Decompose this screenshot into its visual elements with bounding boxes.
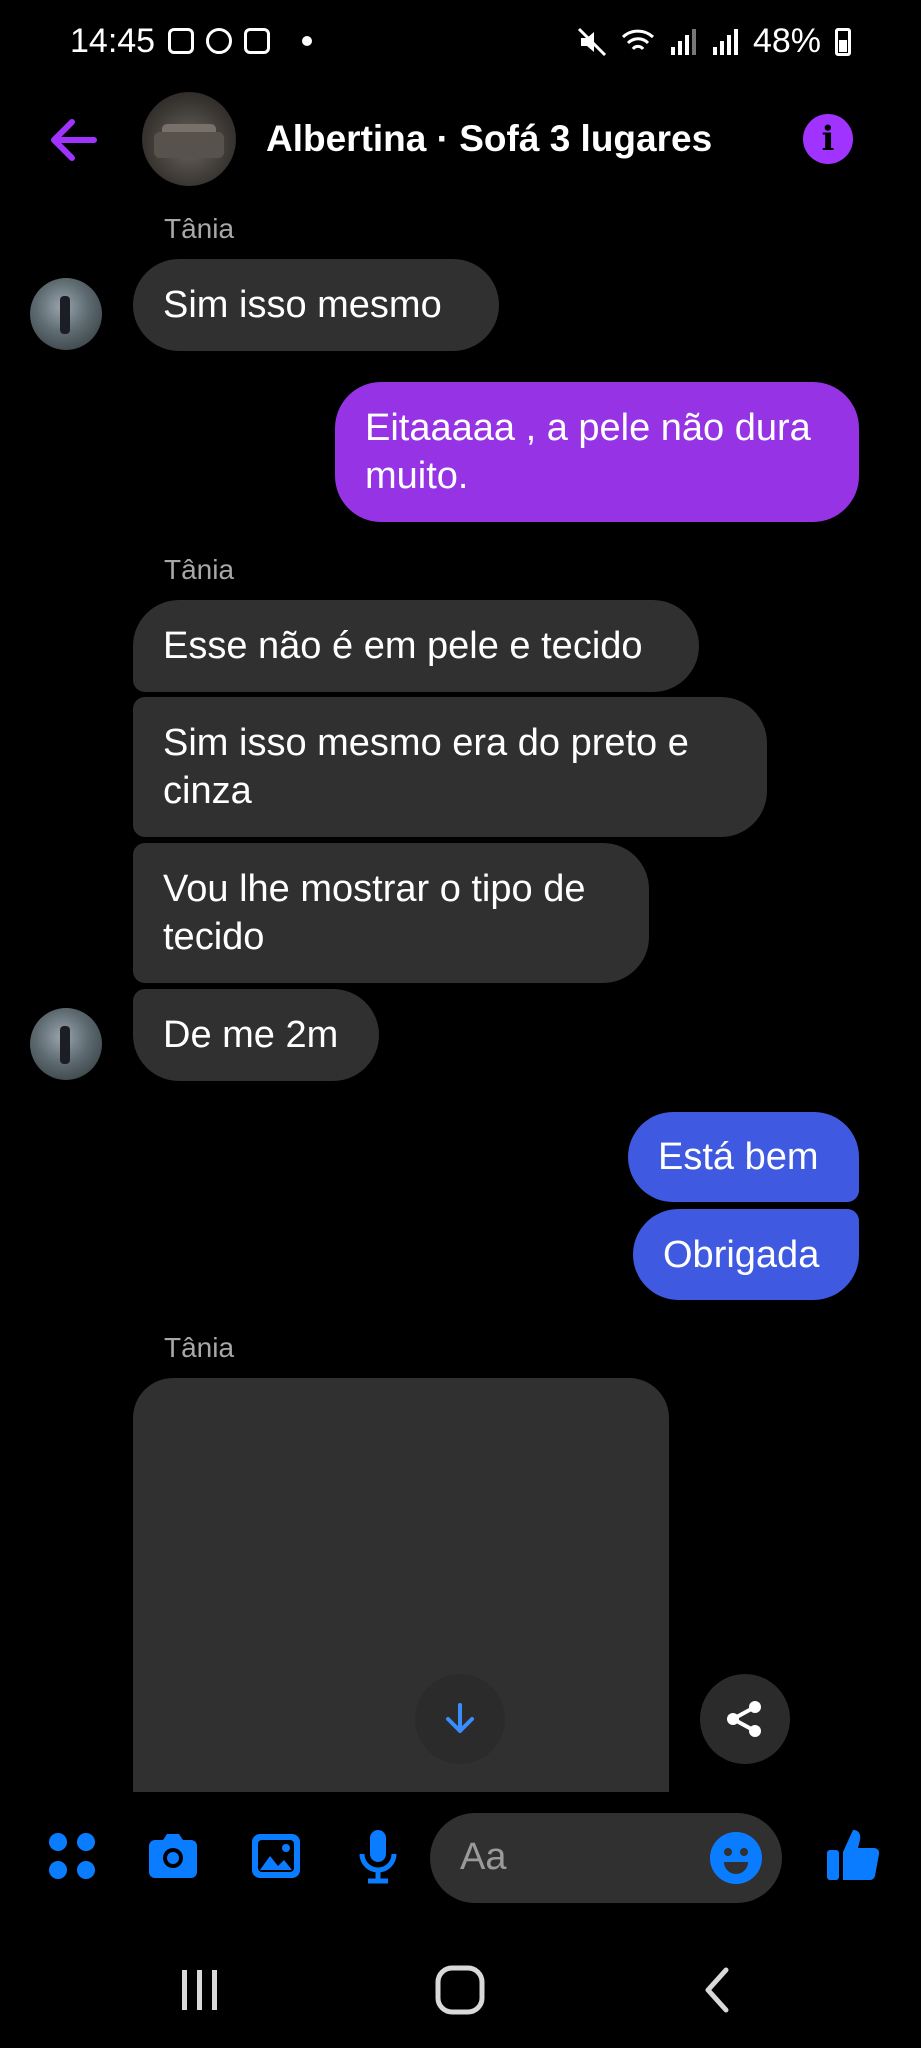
system-status: 48% [577,22,851,61]
media-attachment[interactable] [133,1378,669,1792]
message-bubble-incoming[interactable]: Vou lhe mostrar o tipo de tecido [133,843,649,983]
app-notification-icon [244,28,270,54]
back-arrow-icon[interactable] [44,112,104,168]
emoji-icon[interactable] [710,1832,762,1884]
signal-icon [670,28,696,55]
sender-name: Tânia [164,554,235,585]
apps-icon[interactable] [44,1828,100,1884]
sofa-image-base [154,132,224,158]
notification-icons [168,28,312,54]
message-bubble-incoming[interactable]: Esse não é em pele e tecido [133,600,699,692]
like-icon[interactable] [825,1826,881,1882]
chat-title[interactable]: Albertina · Sofá 3 lugares [266,118,712,160]
message-bubble-incoming[interactable]: Sim isso mesmo [133,259,499,351]
camera-icon[interactable] [145,1828,201,1884]
download-icon[interactable] [415,1674,505,1764]
gallery-icon[interactable] [248,1828,304,1884]
signal-icon-2 [712,28,738,55]
status-time: 14:45 [70,22,156,60]
sender-name: Tânia [164,213,235,244]
contact-avatar[interactable] [30,1008,102,1080]
mute-icon [577,27,606,56]
message-bubble-outgoing[interactable]: Eitaaaaa , a pele não dura muito. [335,382,859,522]
wifi-icon [621,29,654,50]
message-bubble-incoming[interactable]: Sim isso mesmo era do preto e cinza [133,697,767,837]
share-icon[interactable] [700,1674,790,1764]
gallery-notification-icon [168,28,194,54]
battery-icon [835,27,851,56]
message-bubble-outgoing[interactable]: Está bem [628,1112,859,1202]
message-bubble-outgoing[interactable]: Obrigada [633,1209,859,1300]
whatsapp-notification-icon [206,28,232,54]
message-input-placeholder: Aa [460,1836,507,1878]
message-bubble-incoming[interactable]: De me 2m [133,989,379,1081]
microphone-icon[interactable] [350,1828,406,1884]
sender-name: Tânia [164,1332,235,1363]
nav-back-icon[interactable] [700,1966,736,2014]
home-icon[interactable] [434,1964,486,2016]
status-bar: 14:45 48% [0,0,921,88]
more-notifications-icon [302,36,312,46]
info-icon[interactable]: i [803,114,853,164]
battery-percent: 48% [752,22,821,60]
recents-icon[interactable] [176,1966,224,2014]
contact-avatar[interactable] [30,278,102,350]
chat-avatar[interactable] [142,92,236,186]
